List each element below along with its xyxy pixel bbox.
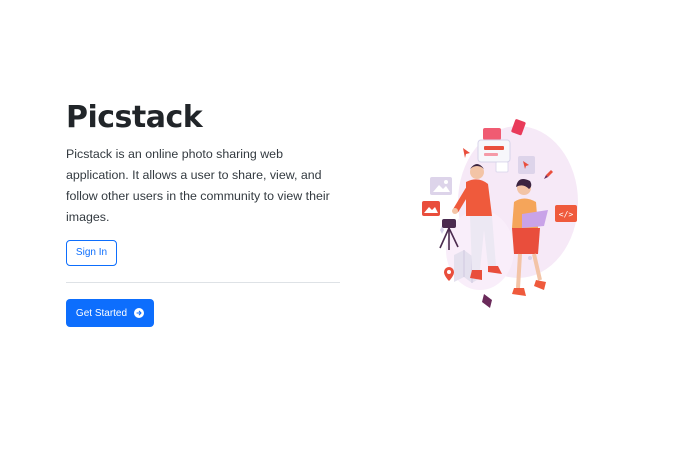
cursor-icon (463, 148, 470, 158)
hero-section: Picstack Picstack is an online photo sha… (66, 98, 340, 327)
divider (66, 282, 340, 283)
photographer-illustration: </> (422, 119, 578, 308)
code-icon: </> (555, 205, 577, 222)
arrow-right-circle-icon (134, 308, 145, 318)
get-started-button[interactable]: Get Started (66, 299, 154, 327)
page-title: Picstack (66, 100, 203, 135)
sign-in-label: Sign In (75, 247, 108, 258)
svg-text:</>: </> (559, 210, 574, 219)
get-started-label: Get Started (75, 307, 128, 319)
sign-in-button[interactable]: Sign In (66, 240, 117, 266)
hero-description: Picstack is an online photo sharing web … (66, 147, 330, 224)
image-card-icon (430, 177, 452, 195)
map-pin-icon (444, 267, 454, 281)
landing-page: Picstack Picstack is an online photo sha… (0, 0, 700, 466)
